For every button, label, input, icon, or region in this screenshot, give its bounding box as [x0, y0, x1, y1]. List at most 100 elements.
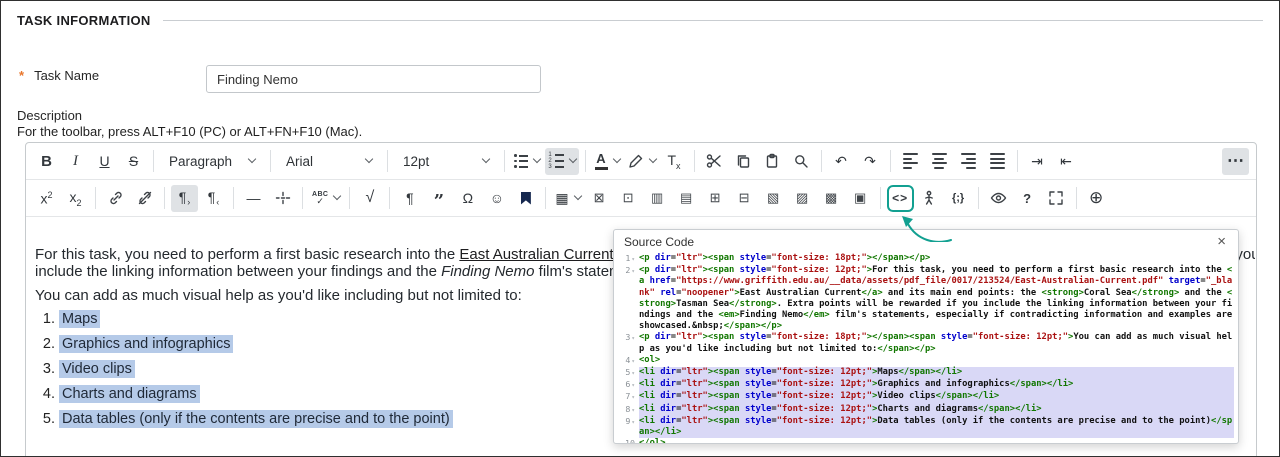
- table-insert-column-after-button[interactable]: ▩: [818, 185, 845, 212]
- font-family-select[interactable]: Arial: [277, 148, 381, 175]
- scissors-icon: [706, 153, 722, 169]
- italic-button[interactable]: I: [62, 148, 89, 175]
- table-cell-properties-button[interactable]: ⊡: [615, 185, 642, 212]
- underline-button[interactable]: U: [91, 148, 118, 175]
- table-button[interactable]: ▦: [552, 185, 583, 212]
- line-number: 7▾: [625, 391, 635, 402]
- horizontal-line-button[interactable]: —: [240, 185, 267, 212]
- bullet-list-button[interactable]: [511, 148, 543, 175]
- table-delete-row-button[interactable]: ▧: [760, 185, 787, 212]
- show-paragraph-marks-button[interactable]: ¶: [396, 185, 423, 212]
- add-content-button[interactable]: ⊕: [1083, 185, 1110, 212]
- task-name-row: * Task Name: [19, 68, 99, 83]
- source-code-area[interactable]: 1▾ <p dir="ltr"><span style="font-size: 1…: [614, 251, 1238, 443]
- table-insert-row-above-button[interactable]: ⊞: [702, 185, 729, 212]
- toolbar-separator: [584, 150, 586, 172]
- more-toolbar-button[interactable]: ⋯: [1222, 147, 1249, 175]
- preview-button[interactable]: [985, 185, 1012, 212]
- table-delete-button[interactable]: ⊠: [586, 185, 613, 212]
- align-left-button[interactable]: [897, 148, 924, 175]
- table-insert-column-before-icon: ▨: [795, 190, 809, 205]
- page-break-button[interactable]: [269, 185, 296, 212]
- help-button[interactable]: ?: [1014, 185, 1041, 212]
- table-icon: ▦: [555, 189, 569, 206]
- chevron-down-icon: [247, 154, 257, 164]
- cut-button[interactable]: [701, 148, 728, 175]
- undo-button[interactable]: ↶: [828, 148, 855, 175]
- text-color-button[interactable]: A: [592, 148, 623, 175]
- superscript-button[interactable]: x2: [33, 185, 60, 212]
- annotation-arrow-icon: [899, 214, 953, 247]
- paragraph-format-select[interactable]: Paragraph: [160, 148, 264, 175]
- bold-button[interactable]: B: [33, 148, 60, 175]
- search-button[interactable]: [788, 148, 815, 175]
- copy-button[interactable]: [730, 148, 757, 175]
- fullscreen-button[interactable]: [1043, 185, 1070, 212]
- subscript-button[interactable]: x2: [62, 185, 89, 212]
- table-delete-column-button[interactable]: ▣: [847, 185, 874, 212]
- align-justify-button[interactable]: [984, 148, 1011, 175]
- table-merge-cells-button[interactable]: ▥: [644, 185, 671, 212]
- accessibility-checker-button[interactable]: [916, 185, 943, 212]
- align-left-icon: [902, 153, 918, 169]
- clear-formatting-button[interactable]: Tx: [661, 148, 688, 175]
- outdent-icon: ⇤: [1060, 152, 1072, 169]
- indent-button[interactable]: ⇥: [1024, 148, 1051, 175]
- special-character-button[interactable]: Ω: [454, 185, 481, 212]
- toolbar-row-2: x2 x2 ¶› ¶‹ — ABC ✓ √ ¶ ” Ω ☺ ▦ ⊠ ⊡ ▥ ▤ ⊞ ⊟ ▧ ▨ ▩ ▣ <> {;}? ⊕: [26, 180, 1256, 217]
- outdent-button[interactable]: ⇤: [1053, 148, 1080, 175]
- table-merge-cells-icon: ▥: [650, 190, 664, 205]
- anchor-button[interactable]: [512, 185, 539, 212]
- redo-button[interactable]: ↷: [857, 148, 884, 175]
- show-paragraph-marks-icon: ¶: [406, 190, 414, 206]
- person-icon: [921, 190, 937, 206]
- code-text: </ol>: [639, 438, 1234, 443]
- chevron-down-icon: [612, 154, 621, 164]
- code-sample-icon: {;}: [951, 192, 965, 204]
- close-icon[interactable]: ×: [1215, 234, 1228, 249]
- math-editor-button[interactable]: √: [356, 185, 383, 212]
- font-size-select[interactable]: 12pt: [394, 148, 498, 175]
- selected-text: Charts and diagrams: [59, 385, 200, 403]
- table-delete-column-icon: ▣: [853, 190, 867, 205]
- rtl-button[interactable]: ¶‹: [200, 185, 227, 212]
- remove-link-button[interactable]: [131, 185, 158, 212]
- fold-arrow-icon: ▾: [631, 256, 635, 263]
- table-split-cell-button[interactable]: ▤: [673, 185, 700, 212]
- strikethrough-button[interactable]: S: [120, 148, 147, 175]
- font-family-select-value: Arial: [286, 153, 314, 169]
- code-line: 7▾ <li dir="ltr"><span style="font-size: …: [614, 391, 1234, 404]
- task-name-label: Task Name: [34, 68, 100, 83]
- selected-text: Data tables (only if the contents are pr…: [59, 410, 453, 428]
- undo-icon: ↶: [835, 152, 847, 169]
- bullet-list-icon: [514, 154, 528, 168]
- task-name-input[interactable]: [206, 65, 541, 93]
- ltr-button[interactable]: ¶›: [171, 184, 198, 212]
- spellcheck-icon: ABC ✓: [312, 190, 329, 206]
- blockquote-button[interactable]: ”: [425, 185, 452, 212]
- emoji-button[interactable]: ☺: [483, 185, 510, 212]
- source-code-button[interactable]: <>: [886, 184, 914, 212]
- subscript-icon: x2: [69, 188, 82, 208]
- table-insert-column-before-button[interactable]: ▨: [789, 185, 816, 212]
- highlight-color-button[interactable]: [625, 148, 659, 175]
- align-center-button[interactable]: [926, 148, 953, 175]
- clear-formatting-icon: Tx: [667, 151, 681, 171]
- table-insert-row-below-button[interactable]: ⊟: [731, 185, 758, 212]
- code-sample-button[interactable]: {;}: [945, 185, 972, 212]
- chevron-down-icon: [364, 154, 374, 164]
- text-segment: For this task, you need to perform a fir…: [35, 246, 460, 263]
- numbered-list-button[interactable]: 123: [545, 147, 579, 175]
- align-right-button[interactable]: [955, 148, 982, 175]
- chevron-down-icon: [481, 154, 491, 164]
- fold-arrow-icon: ▾: [631, 357, 635, 365]
- spellcheck-button[interactable]: ABC ✓: [309, 185, 343, 212]
- selected-text: Graphics and infographics: [59, 335, 234, 353]
- toolbar-separator: [349, 187, 351, 209]
- toolbar-separator: [233, 187, 234, 209]
- insert-link-button[interactable]: [102, 185, 129, 212]
- paste-button[interactable]: [759, 148, 786, 175]
- code-text: <li dir="ltr"><span style="font-size: 12…: [639, 415, 1234, 439]
- align-justify-icon: [989, 153, 1005, 169]
- table-insert-row-below-icon: ⊟: [738, 190, 750, 205]
